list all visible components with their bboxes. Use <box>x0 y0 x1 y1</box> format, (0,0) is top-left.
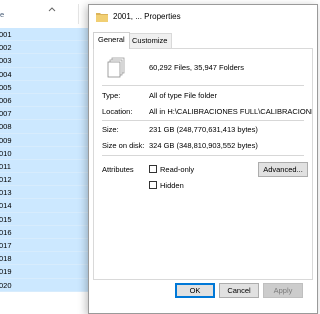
divider <box>102 155 304 156</box>
size-value: 231 GB (248,770,631,413 bytes) <box>149 125 258 134</box>
list-item-label: 020 <box>0 280 12 290</box>
ok-button[interactable]: OK <box>175 283 215 298</box>
hidden-checkbox[interactable] <box>149 181 157 189</box>
list-item-label: 005 <box>0 82 12 92</box>
read-only-label[interactable]: Read-only <box>160 165 194 174</box>
folder-icon <box>96 13 108 22</box>
apply-button[interactable]: Apply <box>263 283 303 298</box>
list-item-label: 001 <box>0 30 12 39</box>
list-item[interactable]: 018 <box>0 252 90 266</box>
list-item[interactable]: 020 <box>0 278 90 292</box>
read-only-checkbox[interactable] <box>149 165 157 173</box>
list-item[interactable]: 014 <box>0 199 90 213</box>
list-item-label: 007 <box>0 109 12 119</box>
chevron-up-icon[interactable] <box>47 5 57 15</box>
divider <box>102 85 304 86</box>
list-item[interactable]: 011 <box>0 159 90 174</box>
file-folder-count: 60,292 Files, 35,947 Folders <box>149 63 245 72</box>
list-item-label: 009 <box>0 135 12 145</box>
list-item-label: 010 <box>0 148 12 158</box>
list-item-label: 003 <box>0 56 12 66</box>
list-item[interactable]: 010 <box>0 146 90 160</box>
list-item[interactable]: 009 <box>0 133 90 147</box>
list-item-label: 012 <box>0 175 12 185</box>
list-item[interactable]: 005 <box>0 80 90 94</box>
list-item-label: 015 <box>0 214 12 224</box>
list-item-label: 014 <box>0 201 12 211</box>
list-item[interactable]: 017 <box>0 239 90 253</box>
list-item-label: 004 <box>0 69 12 79</box>
attributes-label: Attributes <box>102 165 134 174</box>
list-item-label: 008 <box>0 122 12 132</box>
list-item[interactable]: 012 <box>0 173 90 187</box>
list-item[interactable]: 007 <box>0 107 90 121</box>
general-panel: 60,292 Files, 35,947 Folders Type: All o… <box>93 48 313 280</box>
list-item-label: 002 <box>0 43 12 53</box>
list-item[interactable]: 002 <box>0 41 90 55</box>
list-item[interactable]: 004 <box>0 67 90 81</box>
title-bar[interactable]: 2001, ... Properties <box>89 5 317 29</box>
list-item-label: 019 <box>0 267 12 277</box>
list-item[interactable]: 003 <box>0 54 90 68</box>
name-column-header[interactable]: e <box>0 10 4 19</box>
cancel-button[interactable]: Cancel <box>219 283 259 298</box>
location-label: Location: <box>102 107 133 116</box>
list-item-label: 017 <box>0 241 12 250</box>
type-label: Type: <box>102 91 121 100</box>
list-item[interactable]: 006 <box>0 93 90 108</box>
list-item-label: 006 <box>0 95 12 105</box>
list-item-label: 018 <box>0 254 12 264</box>
list-item[interactable]: 008 <box>0 120 90 134</box>
size-on-disk-value: 324 GB (348,810,903,552 bytes) <box>149 141 258 150</box>
list-item[interactable]: 015 <box>0 212 90 226</box>
hidden-label[interactable]: Hidden <box>160 181 184 190</box>
list-item-label: 011 <box>0 161 11 171</box>
list-item[interactable]: 013 <box>0 186 90 200</box>
file-list: 001 002 003 004 005 006 007 008 009 010 011 012 013 0… <box>0 28 90 292</box>
properties-dialog: 2001, ... Properties General Customize 6… <box>88 4 318 314</box>
type-value: All of type File folder <box>149 91 217 100</box>
list-item-label: 013 <box>0 188 12 198</box>
list-item[interactable]: 016 <box>0 225 90 239</box>
multiple-files-icon <box>107 57 125 78</box>
list-item[interactable]: 019 <box>0 265 90 279</box>
column-divider[interactable] <box>78 4 79 24</box>
size-label: Size: <box>102 125 119 134</box>
divider <box>102 120 304 121</box>
location-value: All in H:\CALIBRACIONES FULL\CALIBRACION… <box>149 107 312 116</box>
window-title: 2001, ... Properties <box>113 12 181 21</box>
list-item-label: 016 <box>0 227 12 237</box>
size-on-disk-label: Size on disk: <box>102 141 145 150</box>
tab-customize[interactable]: Customize <box>127 33 173 48</box>
list-item[interactable]: 001 <box>0 28 90 42</box>
tab-general[interactable]: General <box>93 32 130 49</box>
advanced-button[interactable]: Advanced... <box>258 162 308 177</box>
